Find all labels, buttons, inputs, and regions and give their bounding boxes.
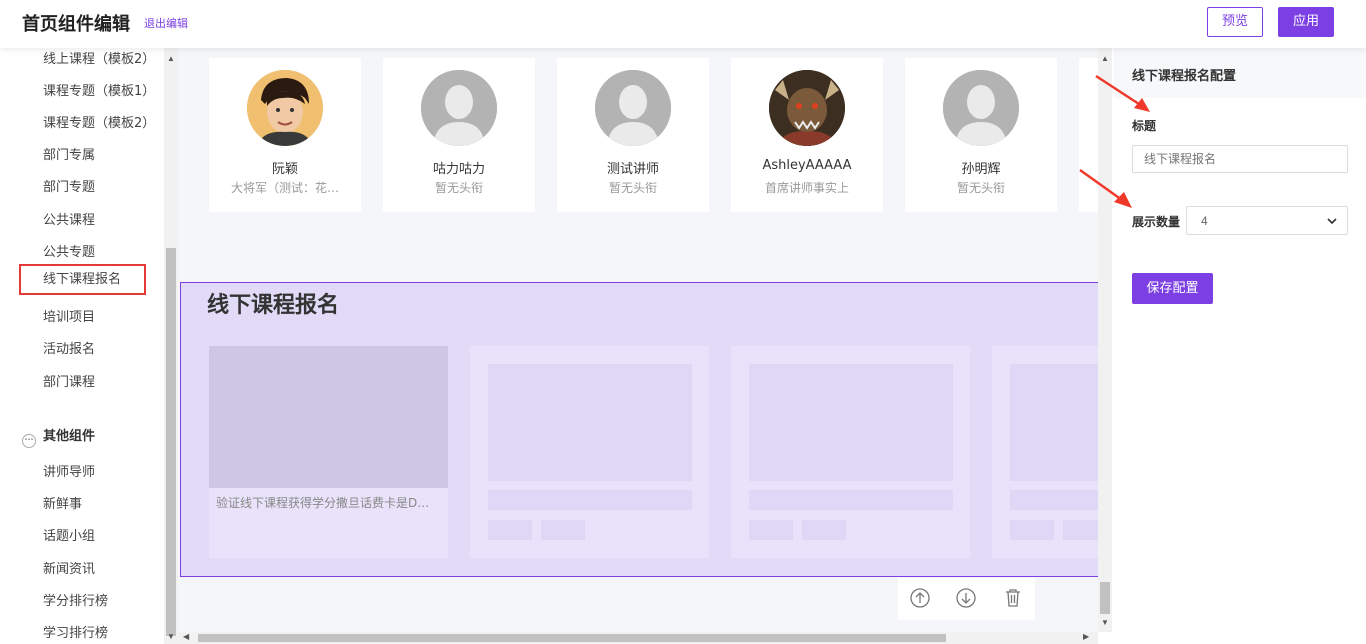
group-title: 其他组件 (43, 429, 96, 444)
offline-course-block[interactable]: 线下课程报名 验证线下课程获得学分撒旦话费卡是D… (180, 282, 1098, 577)
preview-canvas: 阮颖 大将军（测试：花… 咕力咕力 暂无头衔 测试讲师 暂无头衔 AshleyA… (178, 48, 1098, 632)
scrollbar-thumb[interactable] (166, 248, 176, 636)
exit-edit-link[interactable]: 退出编辑 (144, 15, 188, 31)
course-card-placeholder (992, 346, 1098, 558)
lecturer-name: 孙明辉 (961, 162, 1001, 177)
canvas-horizontal-scrollbar[interactable]: ◀ ▶ (178, 632, 1098, 644)
sidebar-item-activity-signup[interactable]: 活动报名 (43, 338, 95, 357)
sidebar-item-offline-signup[interactable]: 线下课程报名 (19, 264, 146, 295)
placeholder-tag (802, 520, 846, 540)
title-label: 标题 (1132, 119, 1157, 133)
move-up-icon[interactable] (909, 587, 931, 609)
sidebar-item-training-project[interactable]: 培训项目 (43, 306, 95, 325)
scroll-left-arrow-icon[interactable]: ◀ (183, 632, 189, 641)
save-config-button[interactable]: 保存配置 (1132, 273, 1213, 304)
course-cover-image (209, 346, 448, 488)
placeholder-tag (541, 520, 585, 540)
scroll-right-arrow-icon[interactable]: ▶ (1083, 632, 1089, 641)
placeholder-image (749, 364, 953, 481)
count-select[interactable]: 4 (1186, 206, 1348, 235)
lecturer-name: AshleyAAAAA (762, 158, 852, 173)
panel-header: 线下课程报名配置 (1114, 48, 1366, 98)
default-avatar (595, 70, 671, 146)
lecturer-card[interactable]: AshleyAAAAA 首席讲师事实上 (731, 58, 883, 212)
scroll-up-arrow-icon[interactable]: ▲ (1101, 54, 1109, 63)
sidebar-item-public-topic[interactable]: 公共专题 (43, 241, 95, 260)
page-title: 首页组件编辑 (22, 14, 130, 35)
lecturer-title: 暂无头衔 (608, 181, 657, 195)
sidebar-scrollbar[interactable]: ▲ ▼ (164, 48, 178, 644)
lecturer-title: 首席讲师事实上 (764, 181, 849, 195)
config-panel: 线下课程报名配置 标题 展示数量 4 保存配置 (1114, 48, 1366, 644)
count-select-value: 4 (1201, 214, 1208, 228)
scroll-down-arrow-icon[interactable]: ▼ (167, 632, 175, 641)
placeholder-tag (749, 520, 793, 540)
lecturer-title: 大将军（测试：花… (230, 181, 339, 195)
sidebar-item-credit-rank[interactable]: 学分排行榜 (43, 590, 108, 609)
chevron-down-icon (1326, 215, 1338, 230)
sidebar-item-dept-exclusive[interactable]: 部门专属 (43, 144, 95, 163)
preview-button[interactable]: 预览 (1207, 7, 1263, 37)
placeholder-line (1010, 490, 1098, 510)
lecturer-name: 测试讲师 (606, 162, 659, 177)
move-down-icon[interactable] (955, 587, 977, 609)
section-heading: 线下课程报名 (207, 293, 340, 318)
top-header: 首页组件编辑 退出编辑 预览 应用 (0, 0, 1366, 48)
course-card[interactable]: 验证线下课程获得学分撒旦话费卡是D… (209, 346, 448, 558)
lecturer-card[interactable]: 阮颖 大将军（测试：花… (209, 58, 361, 212)
sidebar-item-topic-group[interactable]: 话题小组 (43, 525, 95, 544)
title-input[interactable] (1132, 145, 1348, 173)
lecturer-card-partial[interactable] (1079, 58, 1098, 212)
scroll-down-arrow-icon[interactable]: ▼ (1101, 618, 1109, 627)
sidebar-item-dept-course[interactable]: 部门课程 (43, 371, 95, 390)
apply-button[interactable]: 应用 (1278, 7, 1334, 37)
lecturer-card[interactable]: 孙明辉 暂无头衔 (905, 58, 1057, 212)
placeholder-tag (1010, 520, 1054, 540)
photo-avatar-person (247, 70, 323, 146)
canvas-vertical-scrollbar[interactable]: ▲ ▼ (1098, 48, 1112, 632)
course-card-placeholder (731, 346, 970, 558)
trash-icon[interactable] (1002, 587, 1024, 609)
component-operation-bar (898, 578, 1035, 620)
panel-title: 线下课程报名配置 (1132, 69, 1237, 84)
lecturer-name: 咕力咕力 (432, 162, 485, 177)
sidebar-item-lecturer[interactable]: 讲师导师 (43, 461, 95, 480)
scrollbar-thumb[interactable] (198, 634, 946, 642)
course-card-placeholder (470, 346, 709, 558)
default-avatar (943, 70, 1019, 146)
lecturer-card[interactable]: 咕力咕力 暂无头衔 (383, 58, 535, 212)
photo-avatar-monster (769, 70, 845, 146)
sidebar-item-dept-topic[interactable]: 部门专题 (43, 176, 95, 195)
sidebar-item-online-course-t2[interactable]: 线上课程（模板2） (43, 48, 155, 67)
sidebar-item-news[interactable]: 新闻资讯 (43, 558, 95, 577)
default-avatar (421, 70, 497, 146)
lecturer-card[interactable]: 测试讲师 暂无头衔 (557, 58, 709, 212)
component-sidebar: 线上课程（模板2） 课程专题（模板1） 课程专题（模板2） 部门专属 部门专题 … (0, 48, 164, 644)
sidebar-item-course-topic-t1[interactable]: 课程专题（模板1） (43, 80, 155, 99)
placeholder-line (488, 490, 692, 510)
scrollbar-thumb[interactable] (1100, 582, 1110, 614)
course-name: 验证线下课程获得学分撒旦话费卡是D… (216, 496, 430, 510)
group-other-components[interactable]: ··· 其他组件 (22, 425, 95, 448)
sidebar-item-public-course[interactable]: 公共课程 (43, 209, 95, 228)
sidebar-item-study-rank[interactable]: 学习排行榜 (43, 622, 108, 641)
count-label: 展示数量 (1132, 215, 1181, 229)
lecturer-name: 阮颖 (271, 162, 298, 177)
scroll-up-arrow-icon[interactable]: ▲ (167, 54, 175, 63)
sidebar-item-news-feed[interactable]: 新鲜事 (43, 493, 82, 512)
placeholder-tag (488, 520, 532, 540)
placeholder-line (749, 490, 953, 510)
lecturer-title: 暂无头衔 (434, 181, 483, 195)
sidebar-item-course-topic-t2[interactable]: 课程专题（模板2） (43, 112, 155, 131)
placeholder-tag (1063, 520, 1098, 540)
placeholder-image (488, 364, 692, 481)
more-dots-icon: ··· (22, 434, 36, 448)
lecturer-title: 暂无头衔 (956, 181, 1005, 195)
placeholder-image (1010, 364, 1098, 481)
